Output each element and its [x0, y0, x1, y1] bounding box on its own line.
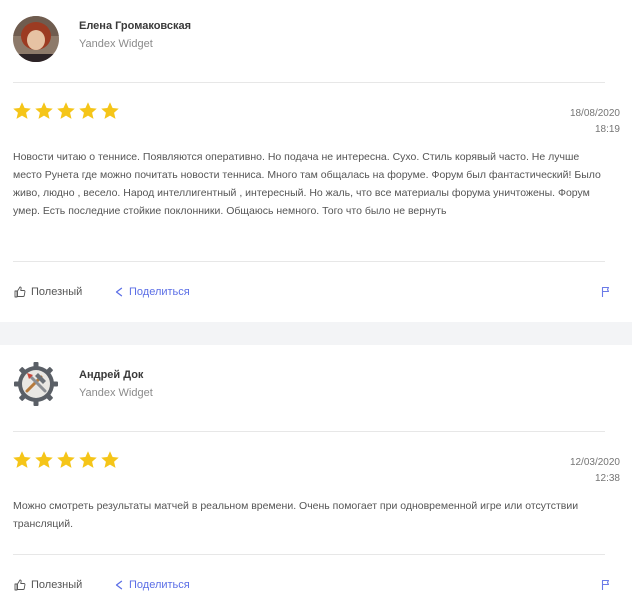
- avatar: [13, 16, 59, 62]
- divider: [13, 554, 605, 555]
- review-text: Можно смотреть результаты матчей в реаль…: [13, 500, 579, 530]
- thumbs-up-icon: [14, 579, 26, 591]
- review-time: 18:19: [594, 124, 620, 135]
- gear-hammer-icon: [13, 361, 59, 407]
- review-date: 12/03/2020: [569, 457, 620, 468]
- review-date: 18/08/2020: [569, 108, 620, 119]
- thumbs-up-icon: [14, 286, 26, 298]
- star-icon: [79, 451, 97, 468]
- share-icon: [115, 580, 123, 590]
- useful-button[interactable]: Полезный: [14, 286, 82, 298]
- author-name[interactable]: Андрей Док: [79, 369, 143, 381]
- share-label: Поделиться: [129, 286, 190, 298]
- review-time: 12:38: [594, 473, 620, 484]
- user-photo-icon: [13, 16, 59, 62]
- useful-label: Полезный: [31, 579, 83, 591]
- rating-stars: [12, 450, 120, 470]
- star-icon: [13, 451, 31, 468]
- useful-label: Полезный: [31, 286, 83, 298]
- divider: [13, 261, 605, 262]
- flag-icon[interactable]: [600, 286, 612, 298]
- star-icon: [13, 102, 31, 119]
- star-icon: [79, 102, 97, 119]
- divider: [13, 82, 605, 83]
- review-source: Yandex Widget: [79, 387, 153, 399]
- share-button[interactable]: Поделиться: [114, 579, 190, 591]
- review-card: Елена Громаковская Yandex Widget 18/08/2…: [0, 0, 632, 322]
- rating-stars: [12, 101, 120, 121]
- useful-button[interactable]: Полезный: [14, 579, 82, 591]
- share-label: Поделиться: [129, 579, 190, 591]
- star-icon: [35, 451, 53, 468]
- star-icon: [101, 102, 119, 119]
- star-icon: [35, 102, 53, 119]
- flag-icon[interactable]: [600, 579, 612, 591]
- author-name[interactable]: Елена Громаковская: [79, 20, 191, 32]
- review-text: Новости читаю о теннисе. Появляются опер…: [13, 151, 601, 217]
- star-icon: [57, 451, 75, 468]
- share-button[interactable]: Поделиться: [114, 286, 190, 298]
- star-icon: [57, 102, 75, 119]
- star-icon: [101, 451, 119, 468]
- avatar: [13, 361, 59, 407]
- divider: [13, 431, 605, 432]
- review-card: Андрей Док Yandex Widget 12/03/2020 12:3…: [0, 345, 632, 615]
- share-icon: [115, 287, 123, 297]
- review-source: Yandex Widget: [79, 38, 153, 50]
